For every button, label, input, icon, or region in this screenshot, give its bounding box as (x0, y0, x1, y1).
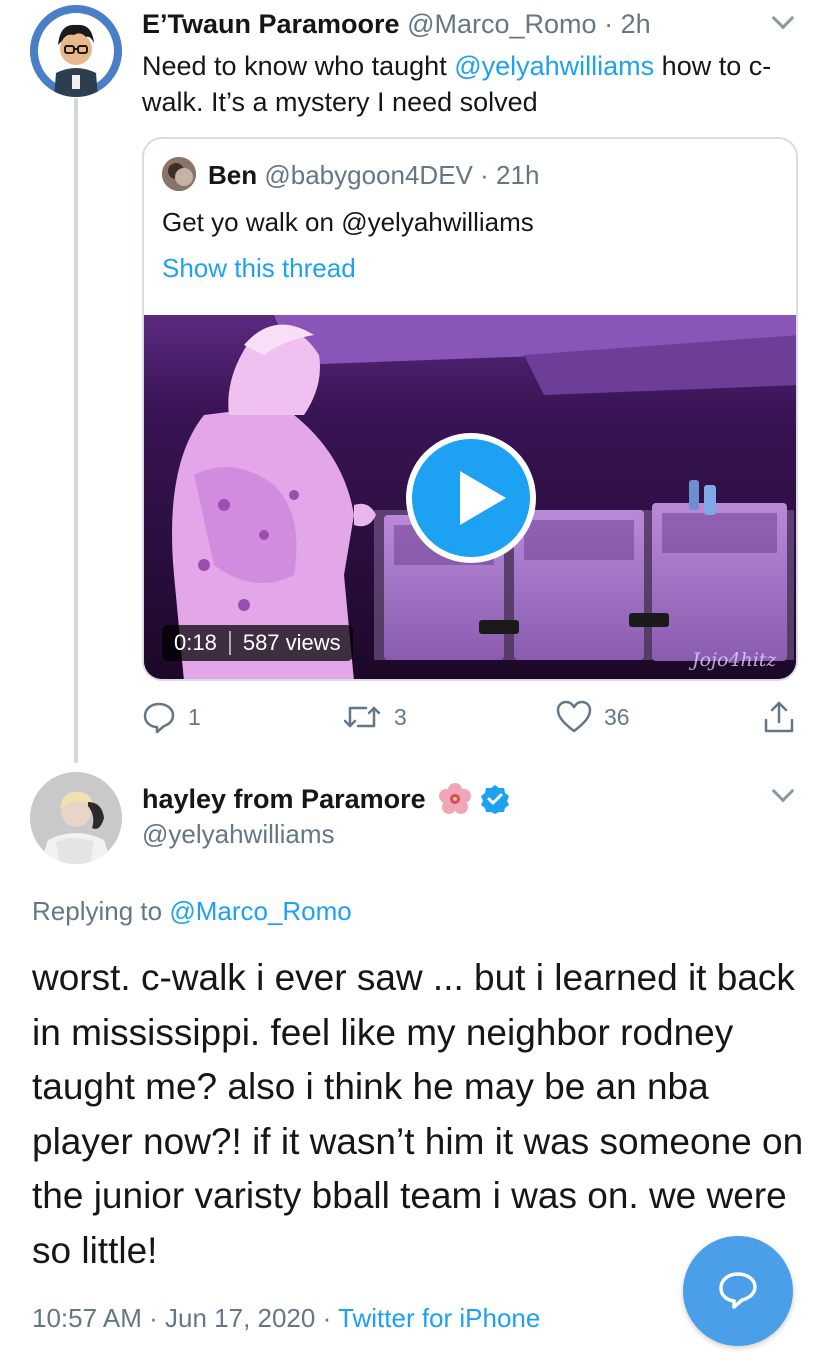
retweet-icon (343, 706, 381, 728)
tweet1-text-part: Need to know who taught (142, 51, 455, 81)
reply-bubble-icon (719, 1272, 757, 1309)
compose-reply-button[interactable] (683, 1236, 793, 1346)
quoted-tweet-card[interactable]: Ben @babygoon4DEV · 21h Get yo walk on @… (142, 137, 798, 681)
retweet-count: 3 (394, 703, 407, 730)
tweet2-author-name[interactable]: hayley from Paramore (142, 783, 426, 815)
replying-to-link[interactable]: @Marco_Romo (169, 896, 351, 926)
tweet2-header: hayley from Paramore (142, 782, 510, 816)
quote-separator: · (480, 160, 489, 190)
chevron-down-icon[interactable] (771, 6, 795, 30)
quote-author-name[interactable]: Ben (208, 160, 257, 190)
show-thread-link[interactable]: Show this thread (162, 252, 356, 284)
tweet2-text: worst. c-walk i ever saw ... but i learn… (32, 957, 804, 1271)
replying-to-label: Replying to (32, 896, 170, 926)
tweet1-text: Need to know who taught @yelyahwilliams … (142, 48, 802, 120)
tweet1-author-handle[interactable]: @Marco_Romo (407, 9, 596, 39)
hibiscus-emoji-icon (438, 783, 471, 814)
quote-author-handle[interactable]: @babygoon4DEV (264, 160, 473, 190)
mention-link[interactable]: @yelyahwilliams (454, 51, 654, 81)
video-views: 587 views (242, 630, 341, 655)
tweet2-meta: 10:57 AM · Jun 17, 2020 · Twitter for iP… (32, 1302, 540, 1334)
tweet2-author-handle[interactable]: @yelyahwilliams (142, 818, 335, 850)
tweet1-separator: · (604, 9, 614, 39)
retweet-button[interactable]: 3 (342, 700, 407, 734)
tweet1-actions: 1 3 36 (0, 700, 828, 736)
tweet1-header: E’Twaun Paramoore @Marco_Romo · 2h (142, 8, 651, 40)
tweet2-time: 10:57 AM (32, 1303, 142, 1333)
quote-timestamp: 21h (496, 160, 540, 190)
heart-icon (556, 700, 592, 733)
share-button[interactable] (762, 700, 796, 734)
quote-header: Ben @babygoon4DEV · 21h (208, 159, 539, 191)
thread-connector-line (74, 98, 78, 763)
meta-separator: · (322, 1303, 332, 1333)
like-count: 36 (604, 703, 630, 730)
video-meta: 0:18 587 views (162, 625, 353, 661)
meta-separator: · (149, 1303, 158, 1333)
play-button[interactable] (406, 433, 536, 563)
avatar[interactable] (30, 772, 122, 864)
chevron-down-icon[interactable] (771, 779, 795, 803)
play-icon (460, 471, 506, 525)
verified-badge-icon (480, 785, 509, 814)
tweet2-source-link[interactable]: Twitter for iPhone (338, 1303, 540, 1333)
share-icon (764, 701, 794, 733)
video-duration: 0:18 (174, 630, 217, 655)
quote-avatar[interactable] (162, 157, 196, 191)
reply-icon (143, 702, 175, 734)
tweet1-author-name[interactable]: E’Twaun Paramoore (142, 9, 400, 39)
replying-to: Replying to @Marco_Romo (32, 895, 352, 927)
video-watermark: Jojo4hitz (692, 649, 777, 671)
avatar[interactable] (30, 5, 122, 97)
like-button[interactable]: 36 (556, 700, 630, 734)
tweet2-date: Jun 17, 2020 (165, 1303, 316, 1333)
reply-count: 1 (188, 703, 201, 730)
tweet1-timestamp[interactable]: 2h (621, 9, 651, 39)
video-player[interactable]: 0:18 587 views Jojo4hitz (144, 315, 796, 679)
quote-text: Get yo walk on @yelyahwilliams (162, 207, 534, 237)
reply-button[interactable]: 1 (142, 700, 201, 734)
